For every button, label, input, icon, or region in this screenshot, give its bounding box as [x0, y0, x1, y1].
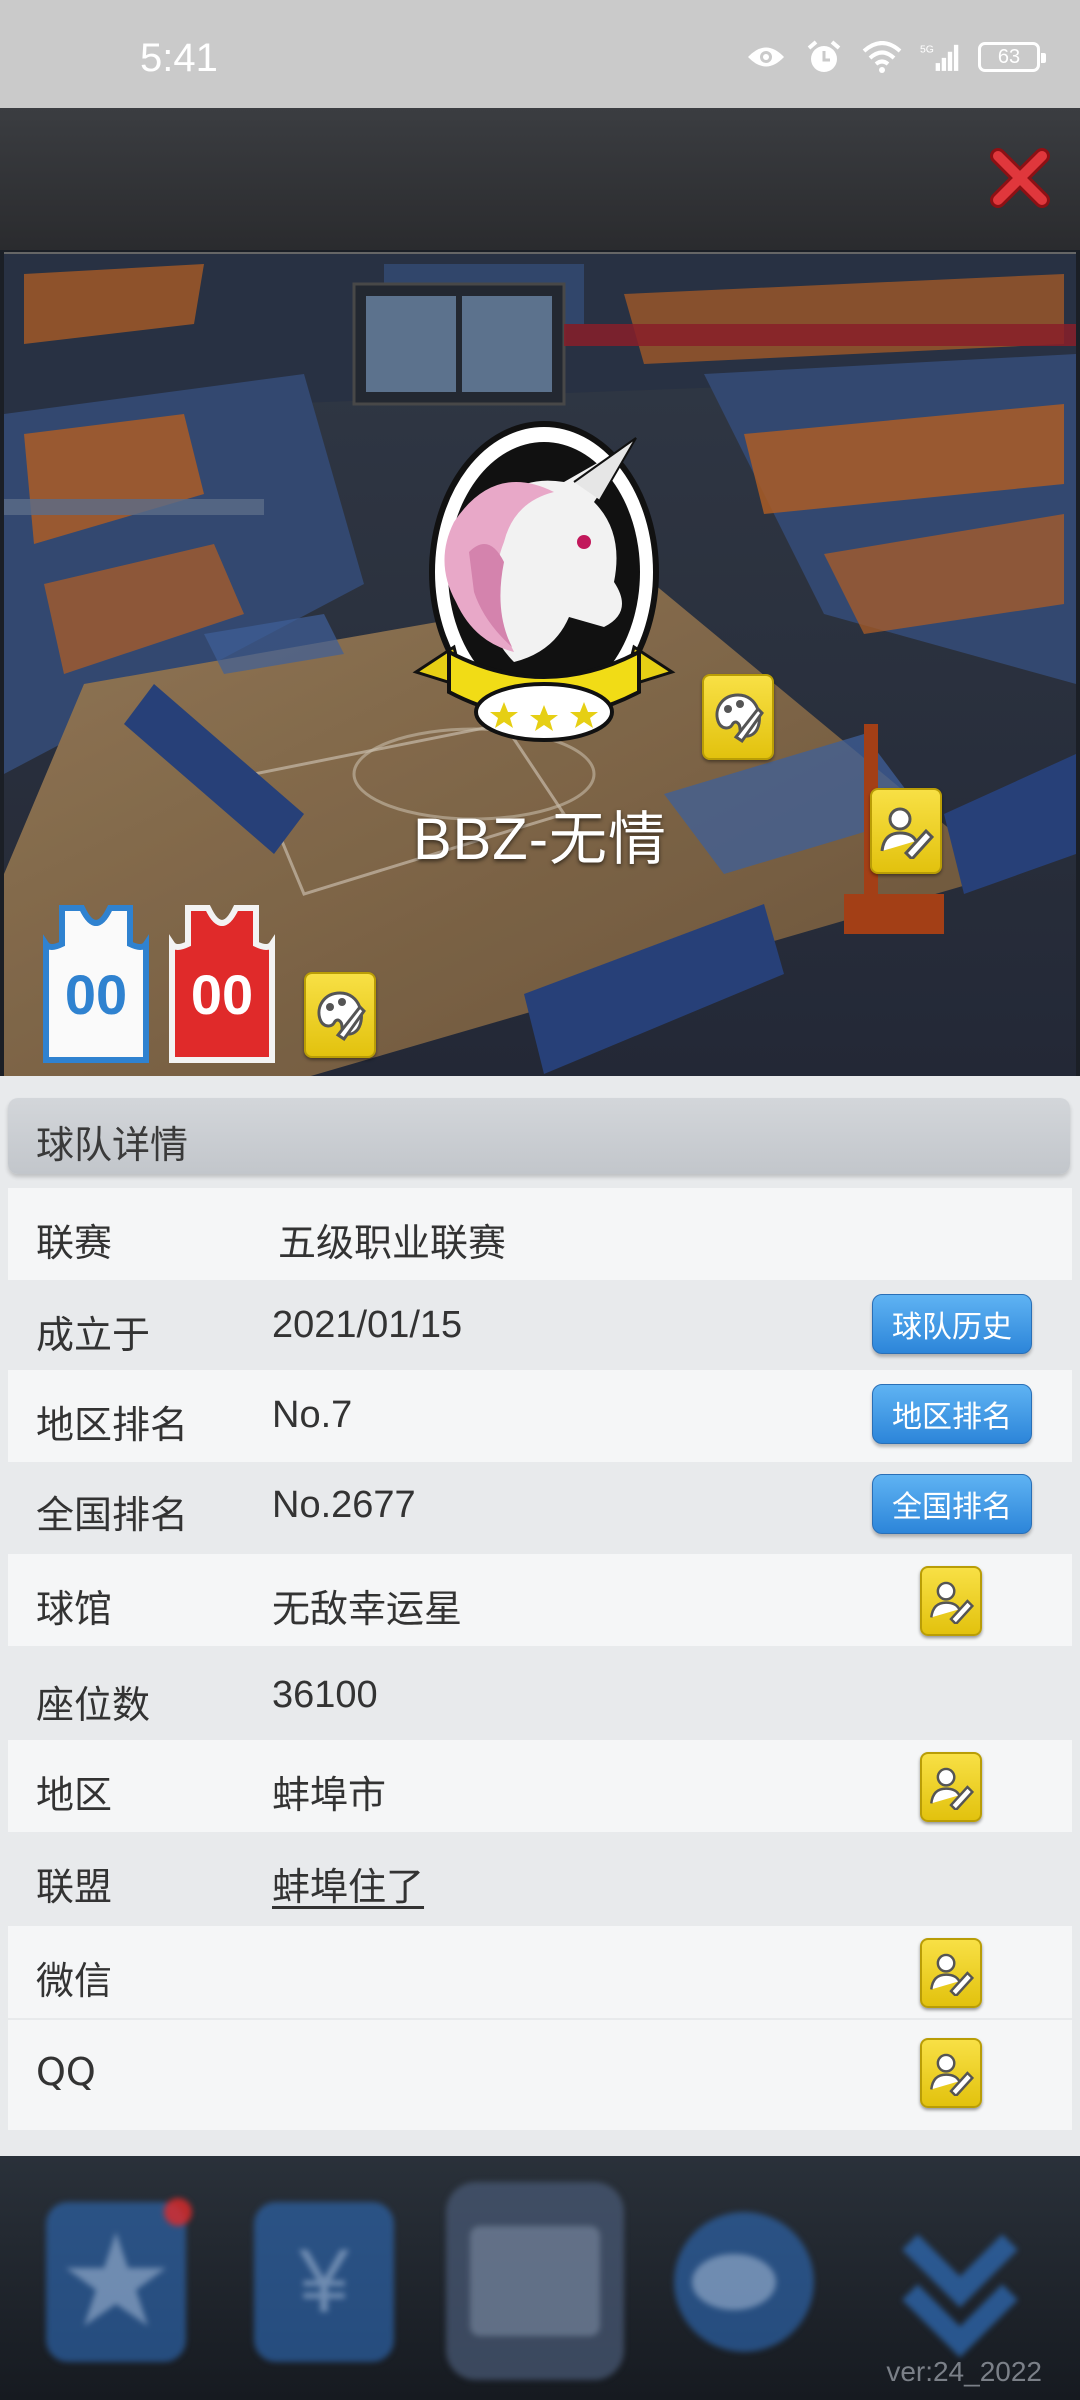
detail-label: 球馆 [36, 1587, 113, 1631]
alliance-link[interactable]: 蚌埠住了 [272, 1856, 424, 1911]
detail-label: 地区排名 [36, 1403, 189, 1447]
detail-row-wechat: 微信 [8, 1926, 1072, 2018]
currency-icon: ¥ [254, 2202, 394, 2362]
star-icon [46, 2198, 192, 2362]
svg-text:5G: 5G [920, 45, 934, 56]
detail-label: QQ [36, 2050, 96, 2094]
palette-brush-icon [317, 991, 366, 1042]
battery-level: 63 [997, 45, 1021, 68]
team-banner: BBZ-无情 00 00 [4, 252, 1076, 1078]
chevron-down-icon [902, 2234, 1018, 2358]
details-header: 球队详情 [8, 1098, 1070, 1174]
detail-row-seats: 座位数 36100 [8, 1650, 1072, 1742]
team-icon [446, 2182, 624, 2380]
edit-user-icon [930, 1767, 974, 1810]
detail-row-national-rank: 全国排名 No.2677 全国排名 [8, 1460, 1072, 1552]
nav-item-team[interactable] [440, 2176, 630, 2386]
edit-name-button[interactable] [870, 788, 942, 874]
detail-row-regional-rank: 地区排名 No.7 地区排名 [8, 1370, 1072, 1462]
detail-value: 2021/01/15 [272, 1304, 463, 1346]
signal-5g-icon: 5G [920, 40, 960, 74]
nav-item-star[interactable] [36, 2192, 196, 2372]
nav-item-chat[interactable] [664, 2192, 824, 2372]
edit-arena-button[interactable] [920, 1566, 982, 1636]
away-jersey: 00 [169, 905, 275, 1063]
jersey-paint-button[interactable] [304, 972, 376, 1058]
status-bar: 5:41 5G 63 [0, 0, 1080, 108]
eye-icon [746, 40, 786, 74]
detail-value: 五级职业联赛 [278, 1221, 507, 1265]
version-label: ver:24_2022 [886, 2356, 1042, 2387]
status-icons: 5G 63 [746, 40, 1046, 74]
wifi-icon [862, 40, 902, 74]
edit-qq-button[interactable] [920, 2038, 982, 2108]
detail-label: 联赛 [36, 1221, 113, 1265]
regional-rank-button[interactable]: 地区排名 [872, 1384, 1032, 1444]
team-history-button[interactable]: 球队历史 [872, 1294, 1032, 1354]
logo-paint-button[interactable] [702, 674, 774, 760]
away-jersey-number: 00 [191, 963, 253, 1026]
team-details-panel: 球队详情 联赛 五级职业联赛 成立于 2021/01/15 球队历史 地区排名 … [0, 1076, 1080, 2156]
detail-row-alliance: 联盟 蚌埠住了 [8, 1832, 1072, 1924]
edit-wechat-button[interactable] [920, 1938, 982, 2008]
detail-value: 蚌埠市 [272, 1773, 387, 1817]
national-rank-button[interactable]: 全国排名 [872, 1474, 1032, 1534]
status-time: 5:41 [140, 36, 218, 80]
details-header-title: 球队详情 [36, 1123, 189, 1167]
detail-label: 全国排名 [36, 1493, 189, 1537]
detail-row-arena: 球馆 无敌幸运星 [8, 1554, 1072, 1646]
close-button[interactable] [988, 146, 1052, 210]
detail-label: 微信 [36, 1959, 113, 2003]
chat-icon [674, 2212, 814, 2352]
detail-value: No.7 [272, 1394, 353, 1436]
edit-user-icon [930, 2053, 974, 2096]
edit-user-icon [930, 1953, 974, 1996]
detail-label: 座位数 [36, 1683, 151, 1727]
detail-row-league: 联赛 五级职业联赛 [8, 1188, 1072, 1280]
detail-row-qq: QQ [8, 2020, 1072, 2130]
edit-region-button[interactable] [920, 1752, 982, 1822]
detail-row-region: 地区 蚌埠市 [8, 1740, 1072, 1832]
dialog-top-bar [0, 108, 1080, 250]
home-jersey: 00 [43, 905, 149, 1063]
detail-value: 无敌幸运星 [272, 1587, 463, 1631]
detail-label: 地区 [36, 1773, 113, 1817]
battery-icon: 63 [978, 42, 1046, 72]
palette-brush-icon [715, 693, 764, 744]
alarm-icon [804, 40, 844, 74]
edit-user-icon [930, 1581, 974, 1624]
nav-item-currency[interactable]: ¥ [244, 2192, 404, 2372]
edit-user-icon [880, 807, 934, 859]
team-logo [412, 421, 676, 742]
detail-value: No.2677 [272, 1484, 416, 1526]
bottom-nav: ¥ ver:24_2022 [0, 2156, 1080, 2400]
detail-label: 联盟 [36, 1865, 113, 1909]
detail-row-founded: 成立于 2021/01/15 球队历史 [8, 1280, 1072, 1372]
detail-label: 成立于 [36, 1313, 151, 1357]
nav-item-collapse[interactable] [880, 2192, 1040, 2372]
detail-value: 36100 [272, 1674, 378, 1716]
home-jersey-number: 00 [65, 963, 127, 1026]
close-icon [990, 148, 1050, 208]
svg-text:¥: ¥ [298, 2232, 350, 2332]
